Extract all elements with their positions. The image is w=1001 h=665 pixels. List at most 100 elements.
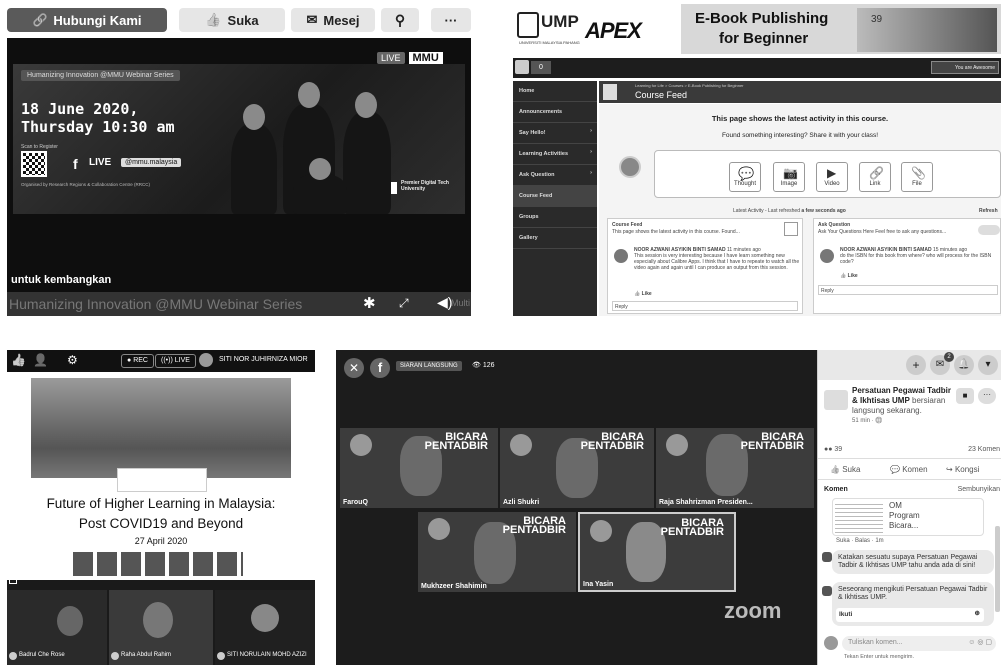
link-preview[interactable]: OM Program Bicara... <box>832 498 984 536</box>
participant-icon[interactable]: 👤 <box>33 353 48 367</box>
card-title: Ask Question <box>818 222 851 228</box>
post-video-button[interactable]: ▶ Video <box>816 162 848 192</box>
notification-counter[interactable]: 0 <box>531 61 551 74</box>
refresh-link[interactable]: Refresh <box>979 208 998 214</box>
camera-icon[interactable]: ■ <box>956 388 974 404</box>
comment-actions[interactable]: Suka · Balas · 1m <box>836 538 884 544</box>
participant-video <box>57 606 83 636</box>
mic-icon <box>9 652 17 660</box>
post-file-button[interactable]: 📎 File <box>901 162 933 192</box>
zoom-video[interactable]: ✕ f SIARAN LANGSUNG 👁 126 BICARA PENTADBI… <box>336 350 816 665</box>
card-desc: Ask Your Questions Here Feel free to ask… <box>818 229 947 235</box>
like-button[interactable]: 👍 Suka <box>830 465 860 474</box>
plus-icon[interactable]: + <box>906 355 926 375</box>
more-button[interactable]: ··· <box>431 8 471 32</box>
nav-course-feed[interactable]: Course Feed <box>513 186 597 207</box>
link-icon: 🔗 <box>869 166 884 180</box>
participant-name: Mukhzeer Shahimin <box>421 583 487 590</box>
scrollbar[interactable] <box>995 526 1000 612</box>
message-button[interactable]: ✉ Mesej <box>291 8 375 32</box>
like-link[interactable]: 👍 Like <box>840 273 858 279</box>
thumbs-up-icon: 👍 <box>205 12 222 27</box>
search-button[interactable]: ⚲ <box>381 8 419 32</box>
banner-number: 39 <box>871 14 883 25</box>
enter-hint: Tekan Enter untuk mengirim. <box>844 654 915 660</box>
campus-photo <box>31 378 291 478</box>
lms-sidebar: Home Announcements Say Hello! › Learning … <box>513 81 597 316</box>
fullscreen-icon[interactable]: ⤢ <box>399 296 409 311</box>
nav-learning-activities[interactable]: Learning Activities › <box>513 144 597 165</box>
gear-icon[interactable]: ⚙ <box>67 353 78 367</box>
author-avatar <box>820 249 834 263</box>
university-subtitle: UNIVERSITI MALAYSIA PAHANG <box>519 40 580 45</box>
nav-ask-question[interactable]: Ask Question › <box>513 165 597 186</box>
like-link[interactable]: 👍 Like <box>634 291 652 297</box>
bell-icon[interactable]: 🔔 <box>954 355 974 375</box>
video-tile: BICARA PENTADBIR Raja Shahrizman Presiden… <box>656 428 814 508</box>
layout-icon[interactable] <box>9 576 17 584</box>
participant-name: Ina Yasin <box>583 581 614 588</box>
breadcrumb[interactable]: Learning for Life > Courses > E-Book Pub… <box>635 83 744 88</box>
like-page-button[interactable]: 👍 Suka <box>179 8 285 32</box>
doc-icon <box>784 222 798 236</box>
feed-post: NOOR AZWANI ASYIKIN BINTI SAMAD 11 minut… <box>634 247 800 271</box>
user-avatar-icon[interactable] <box>515 60 529 74</box>
camera-icon: 📷 <box>783 166 798 180</box>
reaction-summary[interactable]: ●● 39 <box>824 446 842 453</box>
page-avatar[interactable] <box>824 390 848 410</box>
author-avatar <box>614 249 628 263</box>
speaker-strip <box>73 552 243 576</box>
speaker-photo <box>428 518 450 540</box>
chat-icon: 💬 <box>738 166 755 181</box>
toggle-icon[interactable] <box>978 225 1000 235</box>
nav-gallery[interactable]: Gallery <box>513 228 597 249</box>
participant-tile: Badrul Che Rose <box>7 590 107 665</box>
comment-count[interactable]: 23 Komen <box>938 446 1000 453</box>
sidebar-top: + ✉ 2 🔔 ▾ <box>818 350 1001 380</box>
video-tile: BICARA PENTADBIR Mukhzeer Shahimin <box>418 512 576 592</box>
post-image-button[interactable]: 📷 Image <box>773 162 805 192</box>
content-header: Learning for Life > Courses > E-Book Pub… <box>599 81 1001 103</box>
live-label: SIARAN LANGSUNG <box>396 361 462 371</box>
speaker-face <box>243 104 265 130</box>
zoom-logo: zoom <box>724 598 782 623</box>
chevron-down-icon[interactable]: ▾ <box>978 355 998 375</box>
nav-announcements[interactable]: Announcements <box>513 102 597 123</box>
user-status[interactable]: You are Awesome <box>931 61 999 74</box>
slide-title-1: Future of Higher Learning in Malaysia: <box>46 496 276 511</box>
video-tile: BICARA PENTADBIR FarouQ <box>340 428 498 508</box>
comment-button[interactable]: 💬 Komen <box>890 465 928 474</box>
share-button[interactable]: ↪ Kongsi <box>946 465 979 474</box>
shared-slide: Future of Higher Learning in Malaysia: P… <box>7 372 315 580</box>
post-link-button[interactable]: 🔗 Link <box>859 162 891 192</box>
participant-name: Azli Shukri <box>503 499 540 506</box>
nav-home[interactable]: Home <box>513 81 597 102</box>
record-badge: ● REC <box>121 354 154 368</box>
more-icon[interactable]: ··· <box>978 388 996 404</box>
follow-button[interactable]: Ikuti ⊕ <box>836 608 984 622</box>
fb-live-label: LIVE <box>89 157 112 168</box>
emoji-icon[interactable]: ☺ ◎ ▢ <box>968 638 992 646</box>
viewer-count: 👁 126 <box>472 362 495 369</box>
thumbs-up-icon[interactable]: 👍 <box>11 353 26 367</box>
nav-say-hello[interactable]: Say Hello! › <box>513 123 597 144</box>
slide-date: 27 April 2020 <box>134 536 188 546</box>
ticker-tail: Multi <box>451 298 471 308</box>
zoom-live-panel: ✕ f SIARAN LANGSUNG 👁 126 BICARA PENTADBI… <box>336 350 1001 665</box>
ump-logo-icon <box>517 12 539 38</box>
chevron-right-icon: › <box>590 170 592 176</box>
comment-input[interactable]: Tuliskan komen... ☺ ◎ ▢ <box>842 636 996 651</box>
event-logo: BICARA PENTADBIR <box>740 431 804 452</box>
post-thought-button[interactable]: 💬 Thought <box>729 162 761 192</box>
reply-input[interactable]: Reply <box>818 285 998 295</box>
course-feed-card: Course Feed This page shows the latest a… <box>607 218 803 314</box>
settings-icon[interactable]: ✱ <box>363 294 376 312</box>
contact-us-button[interactable]: 🔗 Hubungi Kami <box>7 8 167 32</box>
reply-input[interactable]: Reply <box>612 301 798 311</box>
post-actions: 👍 Suka 💬 Komen ↪ Kongsi <box>818 458 1001 480</box>
chevron-right-icon: › <box>590 128 592 134</box>
hide-comments-link[interactable]: Sembunyikan <box>928 486 1000 493</box>
paperclip-icon: 📎 <box>911 166 926 180</box>
nav-groups[interactable]: Groups <box>513 207 597 228</box>
close-icon[interactable]: ✕ <box>344 358 364 378</box>
